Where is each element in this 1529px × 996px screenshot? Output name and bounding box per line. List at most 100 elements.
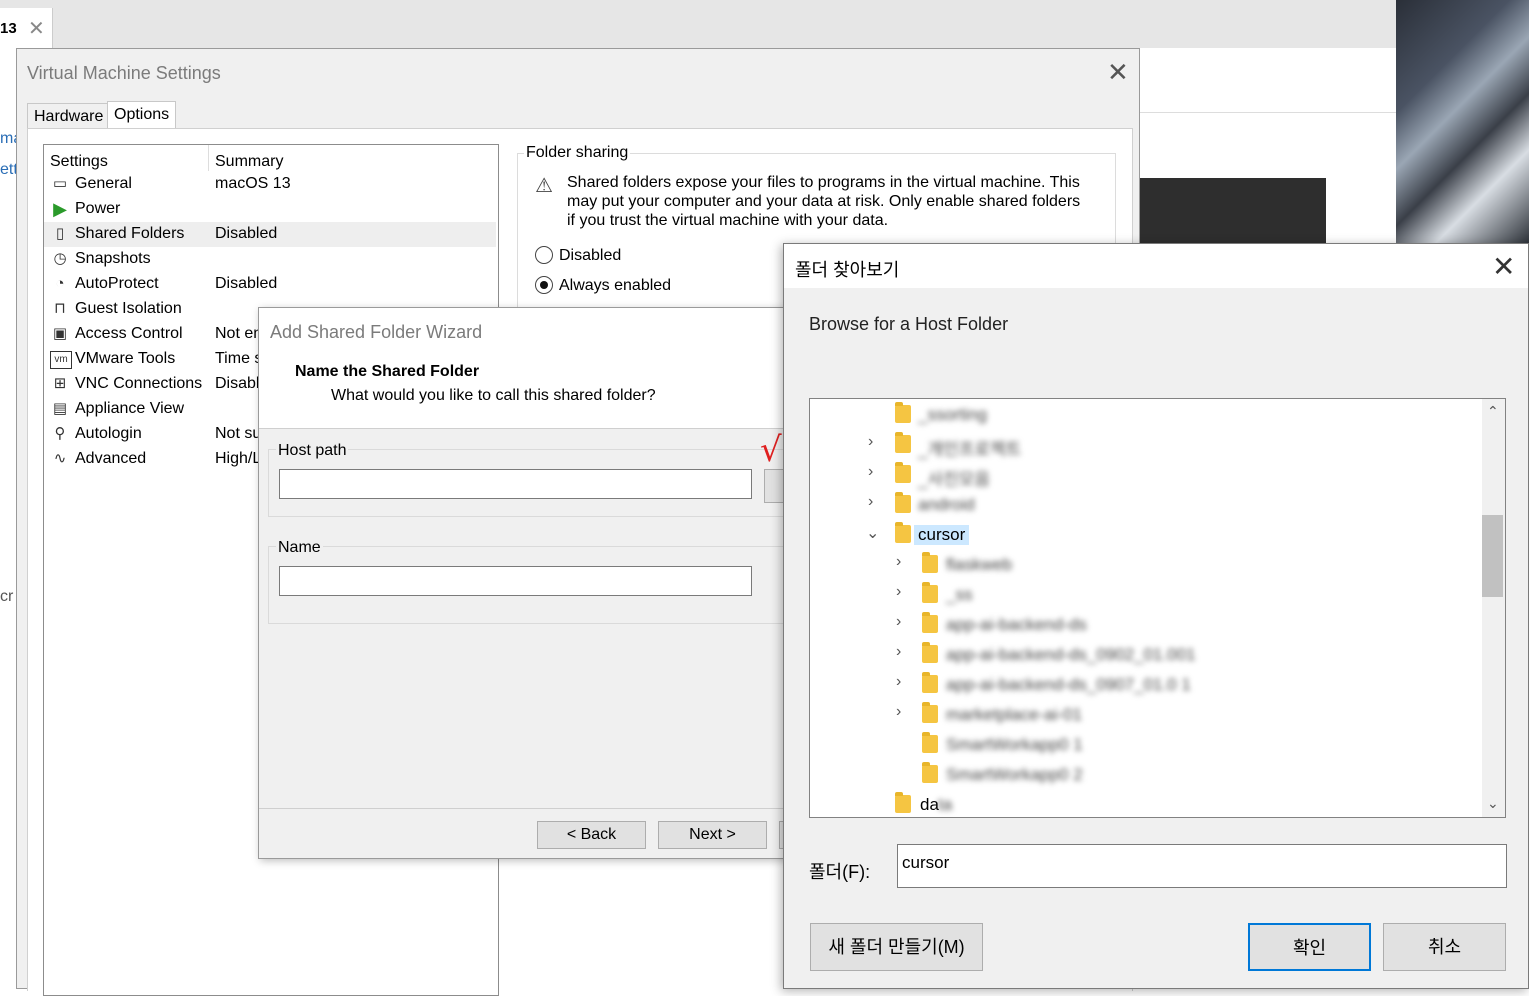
settings-row-snapshots[interactable]: ◷ Snapshots	[44, 247, 496, 272]
wizard-subheading: What would you like to call this shared …	[331, 387, 656, 404]
host-path-label: Host path	[276, 442, 349, 460]
cancel-button[interactable]: 취소	[1383, 923, 1506, 971]
chevron-down-icon[interactable]: ⌄	[866, 523, 879, 543]
background-tab-close-icon[interactable]: ✕	[28, 16, 45, 41]
settings-row-general[interactable]: ▭ General macOS 13	[44, 172, 496, 197]
tree-item[interactable]: › flaskweb	[810, 549, 1480, 579]
tree-item[interactable]: › marketplace-ai-01	[810, 699, 1480, 729]
folder-icon	[895, 402, 911, 423]
host-path-input[interactable]	[279, 469, 752, 499]
settings-row-power[interactable]: ▶ Power	[44, 197, 496, 222]
settings-row-name: VNC Connections	[75, 375, 203, 392]
radio-always-enabled[interactable]	[535, 276, 553, 294]
settings-row-name: Advanced	[75, 450, 147, 467]
folder-icon	[922, 612, 938, 633]
tree-item-selected[interactable]: ⌄ cursor	[810, 519, 1480, 549]
tree-item[interactable]: _ssorting	[810, 399, 1480, 429]
tree-item[interactable]: SmartWorkapp0 2	[810, 759, 1480, 789]
background-text-fragment: cr	[0, 588, 14, 605]
tree-item[interactable]: › _사진모음	[810, 459, 1480, 489]
tree-item-label: _사진모음	[918, 470, 991, 489]
snapshots-icon: ◷	[53, 250, 67, 267]
settings-row-summary: macOS 13	[215, 175, 291, 192]
tree-item-label: cursor	[914, 525, 970, 545]
folder-field-label: 폴더(F):	[809, 862, 871, 882]
chevron-right-icon[interactable]: ›	[896, 613, 901, 631]
folder-field-input[interactable]	[897, 844, 1507, 888]
tree-item[interactable]: › app-ai-backend-ds_0902_01.001	[810, 639, 1480, 669]
settings-row-summary: High/L	[215, 450, 262, 467]
settings-row-name: Access Control	[75, 325, 183, 342]
vm-settings-title: Virtual Machine Settings	[27, 63, 221, 83]
browse-description: Browse for a Host Folder	[809, 314, 1009, 334]
chevron-right-icon[interactable]: ›	[896, 583, 901, 601]
vmware-tools-icon: vm	[50, 351, 72, 369]
folder-icon	[922, 672, 938, 693]
autoprotect-icon: ◔	[55, 275, 65, 292]
tree-item[interactable]: › android	[810, 489, 1480, 519]
settings-row-name: Snapshots	[75, 250, 151, 267]
tree-scrollbar[interactable]	[1482, 399, 1505, 817]
radio-always-enabled-label[interactable]: Always enabled	[559, 277, 671, 295]
column-header-settings[interactable]: Settings	[50, 153, 108, 171]
settings-row-name: Power	[75, 200, 121, 217]
folder-icon	[895, 792, 911, 813]
tree-item-label: app-ai-backend-ds_0902_01.001	[946, 645, 1196, 664]
settings-row-shared-folders[interactable]: ▯ Shared Folders Disabled	[44, 222, 496, 247]
column-header-summary[interactable]: Summary	[215, 153, 283, 171]
tree-item-label: flaskweb	[946, 555, 1013, 574]
chevron-right-icon[interactable]: ›	[868, 433, 873, 451]
tree-item[interactable]: › _개인프로젝트	[810, 429, 1480, 459]
close-icon[interactable]: ✕	[1492, 250, 1515, 283]
settings-row-summary: Disabled	[215, 275, 278, 292]
chevron-right-icon[interactable]: ›	[896, 673, 901, 691]
scroll-down-icon[interactable]: ⌄	[1487, 795, 1499, 812]
close-icon[interactable]: ✕	[1107, 57, 1129, 88]
chevron-right-icon[interactable]: ›	[896, 553, 901, 571]
chevron-right-icon[interactable]: ›	[868, 463, 873, 481]
radio-disabled[interactable]	[535, 246, 553, 264]
folder-sharing-warning: Shared folders expose your files to prog…	[567, 174, 1081, 229]
vnc-icon: ⊞	[53, 375, 67, 392]
tree-item-label: app-ai-backend-ds_0907_01.0 1	[946, 675, 1191, 694]
tree-item[interactable]: › _ss	[810, 579, 1480, 609]
tab-hardware[interactable]: Hardware	[27, 103, 111, 130]
chevron-right-icon[interactable]: ›	[896, 643, 901, 661]
shared-folders-icon: ▯	[55, 225, 65, 242]
settings-row-name: Guest Isolation	[75, 300, 182, 317]
back-button[interactable]: < Back	[537, 821, 646, 849]
ok-button[interactable]: 확인	[1248, 923, 1371, 971]
tree-item-label: android	[918, 495, 975, 514]
settings-row-summary: Not su	[215, 425, 262, 442]
background-photo	[1396, 0, 1529, 244]
folder-icon	[922, 552, 938, 573]
general-icon: ▭	[52, 175, 68, 192]
tree-item[interactable]: › app-ai-backend-ds_0907_01.0 1	[810, 669, 1480, 699]
name-input[interactable]	[279, 566, 752, 596]
folder-sharing-legend: Folder sharing	[524, 144, 631, 162]
tree-item[interactable]: › app-ai-backend-ds	[810, 609, 1480, 639]
folder-icon	[895, 462, 911, 483]
folder-tree[interactable]: _ssorting › _개인프로젝트 › _사진모음 › android ⌄ …	[809, 398, 1506, 818]
chevron-right-icon[interactable]: ›	[896, 703, 901, 721]
radio-disabled-label[interactable]: Disabled	[559, 247, 621, 265]
new-folder-button[interactable]: 새 폴더 만들기(M)	[810, 923, 983, 971]
advanced-icon: ∿	[53, 450, 67, 467]
autologin-icon: ⚲	[54, 425, 66, 442]
settings-row-name: Appliance View	[75, 400, 185, 417]
tree-scrollbar-thumb[interactable]	[1482, 515, 1503, 597]
access-control-icon: ▣	[52, 325, 68, 342]
tree-item-label: _ssorting	[918, 405, 987, 424]
chevron-right-icon[interactable]: ›	[868, 493, 873, 511]
tree-item[interactable]: SmartWorkapp0 1	[810, 729, 1480, 759]
folder-icon	[922, 642, 938, 663]
folder-icon	[895, 492, 911, 513]
annotation-checkmark: √	[760, 430, 782, 470]
tab-options[interactable]: Options	[107, 101, 177, 130]
settings-row-autoprotect[interactable]: ◔ AutoProtect Disabled	[44, 272, 496, 297]
next-button[interactable]: Next >	[658, 821, 767, 849]
settings-row-summary: Not en	[215, 325, 263, 342]
wizard-footer-divider	[259, 808, 787, 809]
tree-item[interactable]: da ta	[810, 789, 1480, 817]
scroll-up-icon[interactable]: ⌃	[1487, 403, 1499, 420]
